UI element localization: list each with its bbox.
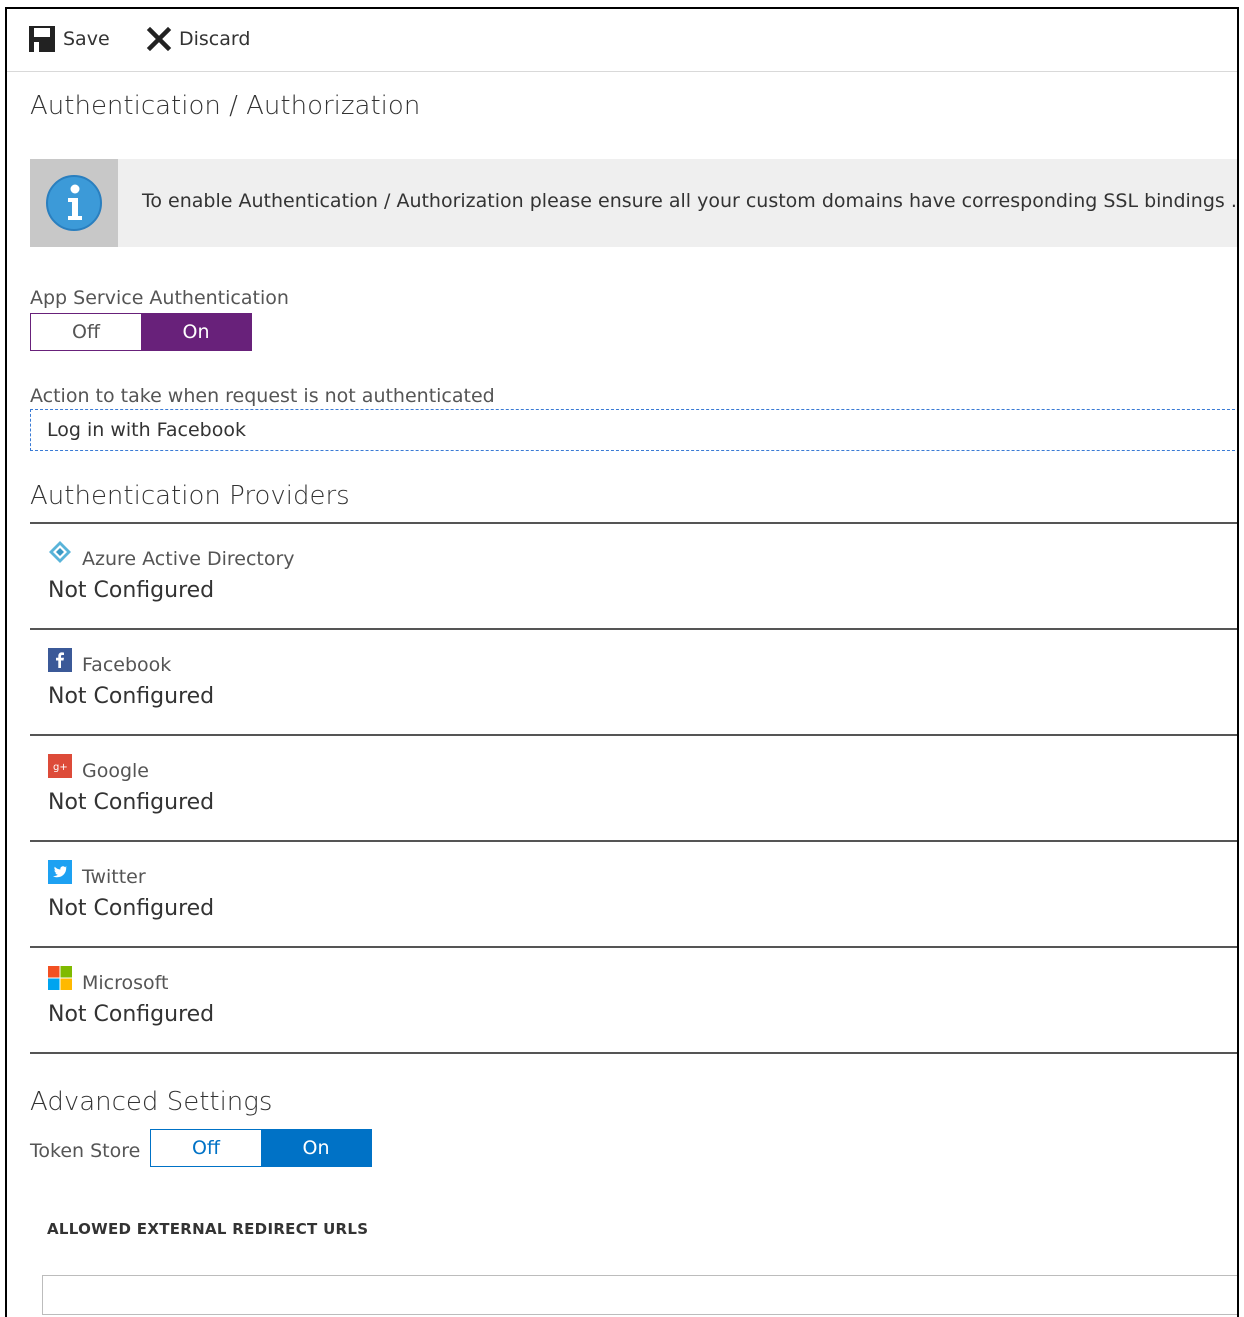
close-icon	[146, 26, 172, 52]
action-dropdown[interactable]: Log in with Facebook	[30, 409, 1237, 451]
save-label: Save	[63, 28, 110, 50]
microsoft-icon	[48, 966, 72, 990]
discard-button[interactable]: Discard	[145, 23, 250, 55]
auth-blade: Save Discard Authentication / Authorizat…	[5, 7, 1239, 1317]
redirect-urls-label: ALLOWED EXTERNAL REDIRECT URLS	[47, 1220, 369, 1238]
provider-status: Not Configured	[48, 1002, 215, 1027]
provider-status: Not Configured	[48, 578, 215, 603]
token-store-off[interactable]: Off	[151, 1130, 261, 1166]
token-store-toggle[interactable]: Off On	[150, 1129, 372, 1167]
info-icon	[46, 175, 102, 231]
command-bar: Save Discard	[7, 9, 1237, 72]
action-label: Action to take when request is not authe…	[30, 385, 495, 407]
provider-status: Not Configured	[48, 790, 215, 815]
provider-microsoft[interactable]: Microsoft Not Configured	[30, 948, 1237, 1052]
azure-ad-icon	[49, 541, 71, 563]
app-service-auth-off[interactable]: Off	[31, 314, 141, 350]
redirect-urls-input[interactable]	[42, 1275, 1237, 1315]
save-icon	[29, 26, 55, 52]
provider-name: Twitter	[82, 866, 146, 888]
page-title: Authentication / Authorization	[30, 91, 421, 121]
svg-text:g+: g+	[53, 762, 68, 773]
info-banner: To enable Authentication / Authorization…	[30, 159, 1239, 247]
app-service-auth-toggle[interactable]: Off On	[30, 313, 252, 351]
provider-name: Facebook	[82, 654, 172, 676]
google-plus-icon: g+	[48, 754, 72, 778]
app-service-auth-label: App Service Authentication	[30, 287, 289, 309]
provider-name: Azure Active Directory	[82, 548, 295, 570]
provider-status: Not Configured	[48, 684, 215, 709]
provider-status: Not Configured	[48, 896, 215, 921]
save-button[interactable]: Save	[27, 23, 110, 55]
provider-twitter[interactable]: Twitter Not Configured	[30, 842, 1237, 946]
facebook-icon	[48, 648, 72, 672]
token-store-label: Token Store	[30, 1140, 141, 1162]
twitter-icon	[48, 860, 72, 884]
provider-name: Microsoft	[82, 972, 169, 994]
provider-google[interactable]: g+ Google Not Configured	[30, 736, 1237, 840]
divider	[30, 1052, 1237, 1054]
discard-label: Discard	[179, 28, 251, 50]
token-store-on[interactable]: On	[261, 1130, 371, 1166]
providers-title: Authentication Providers	[30, 481, 350, 511]
provider-facebook[interactable]: Facebook Not Configured	[30, 630, 1237, 734]
banner-message: To enable Authentication / Authorization…	[142, 190, 1239, 212]
app-service-auth-on[interactable]: On	[141, 314, 251, 350]
provider-azure-ad[interactable]: Azure Active Directory Not Configured	[30, 524, 1237, 628]
info-icon-box	[30, 159, 118, 247]
advanced-settings-title: Advanced Settings	[30, 1087, 273, 1117]
provider-name: Google	[82, 760, 150, 782]
